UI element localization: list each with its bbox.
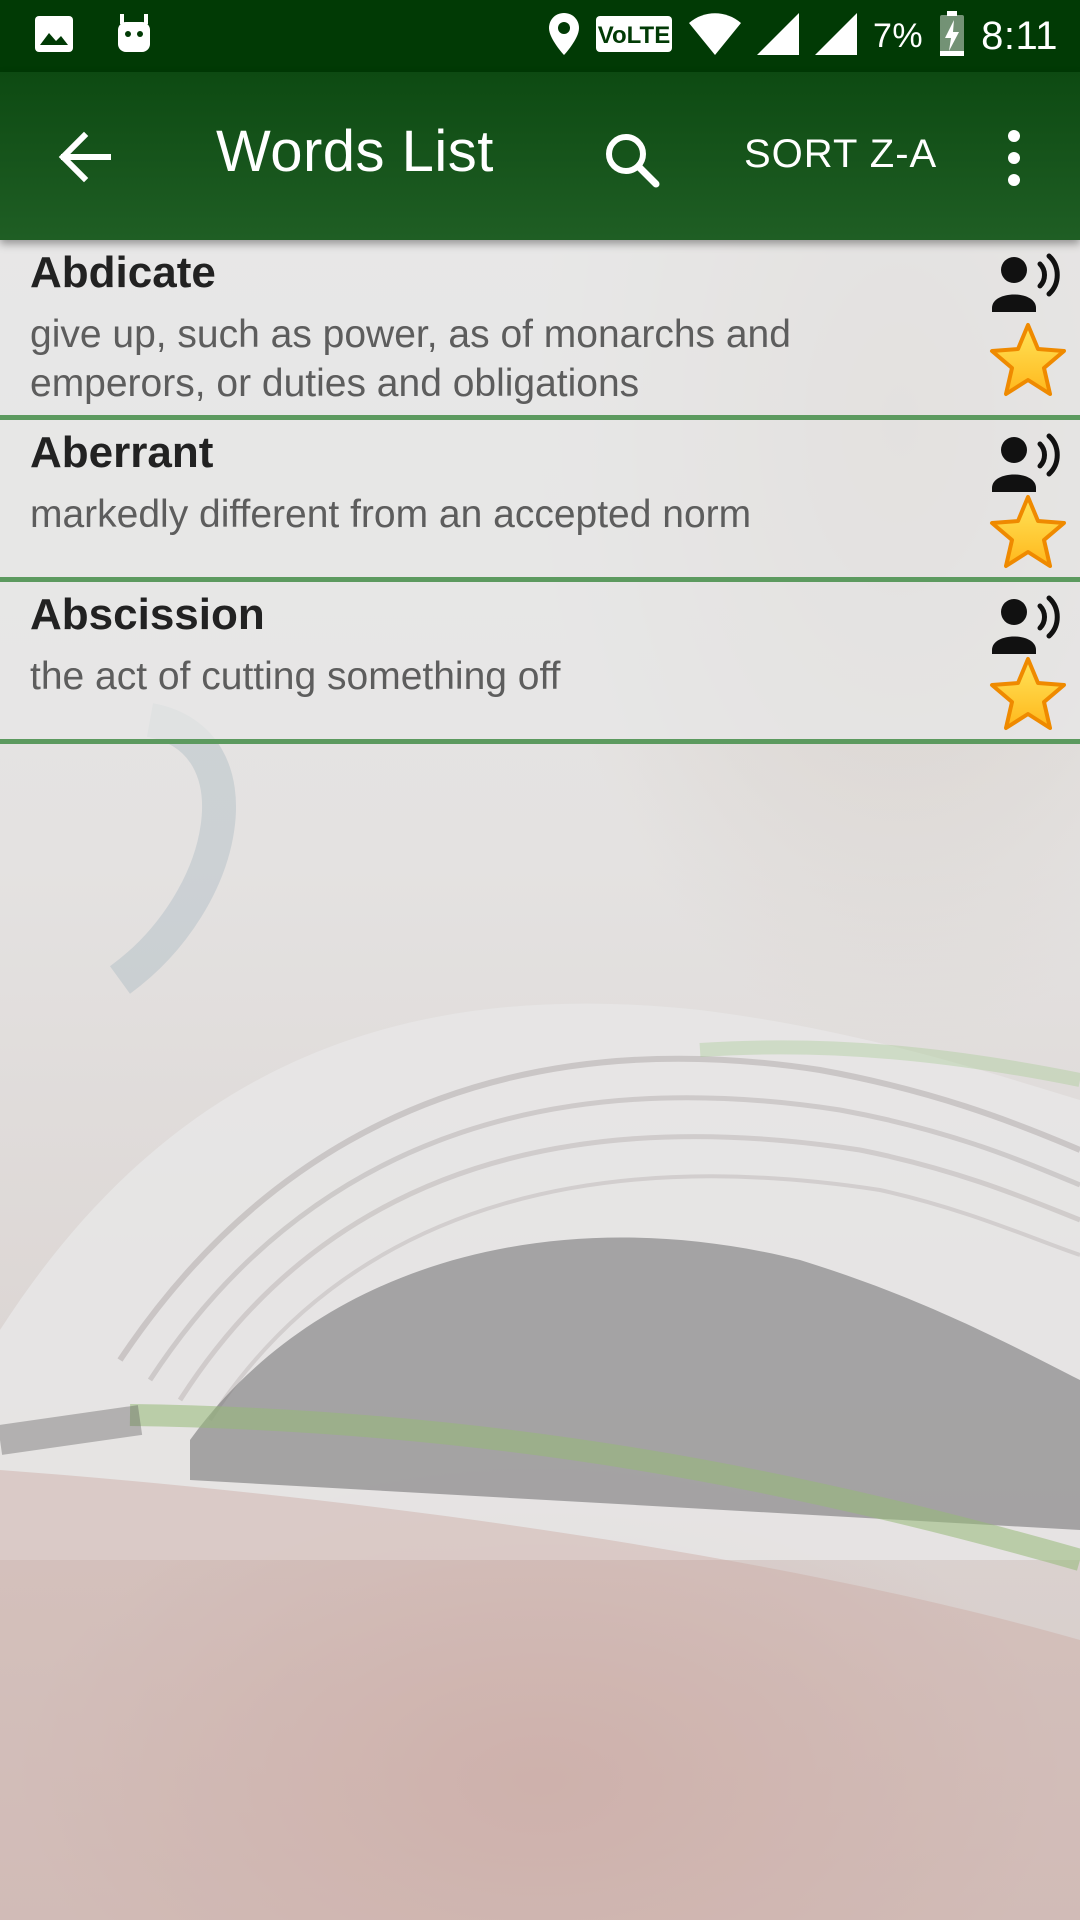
image-icon — [34, 15, 74, 58]
word-meaning: give up, such as power, as of monarchs a… — [30, 313, 791, 405]
pronounce-button[interactable] — [992, 432, 1066, 494]
android-icon — [116, 13, 152, 59]
favorite-button[interactable] — [988, 322, 1068, 398]
word-title: Aberrant — [30, 428, 214, 477]
page-title: Words List — [216, 119, 494, 184]
word-title: Abdicate — [30, 248, 216, 297]
star-icon — [988, 657, 1068, 736]
list-item[interactable]: Abdicate give up, such as power, as of m… — [0, 240, 1080, 420]
more-options-button[interactable] — [994, 124, 1034, 194]
word-list: Abdicate give up, such as power, as of m… — [0, 240, 1080, 744]
signal-icon — [756, 12, 799, 60]
star-icon — [988, 323, 1068, 402]
search-button[interactable] — [598, 126, 668, 196]
more-vert-icon — [994, 130, 1034, 198]
location-icon — [548, 12, 579, 60]
volte-icon: VoLTE — [595, 13, 673, 60]
pronounce-button[interactable] — [992, 594, 1066, 656]
search-icon — [598, 134, 668, 200]
list-item[interactable]: Abscission the act of cutting something … — [0, 582, 1080, 744]
word-title: Abscission — [30, 590, 265, 639]
battery-charging-icon — [939, 10, 965, 62]
back-arrow-icon — [50, 131, 120, 196]
star-icon — [988, 495, 1068, 574]
favorite-button[interactable] — [988, 494, 1068, 570]
wifi-icon — [688, 12, 741, 60]
clock: 8:11 — [981, 13, 1058, 58]
word-meaning: the act of cutting something off — [30, 655, 561, 698]
app-bar: Words List SORT Z-A — [0, 72, 1080, 240]
favorite-button[interactable] — [988, 656, 1068, 732]
sort-button[interactable]: SORT Z-A — [744, 132, 937, 177]
svg-text:VoLTE: VoLTE — [598, 22, 670, 49]
signal-icon — [814, 12, 857, 60]
word-meaning: markedly different from an accepted norm — [30, 493, 752, 536]
status-bar: VoLTE 7% 8:11 — [0, 0, 1080, 72]
speaker-person-icon — [992, 253, 1066, 318]
list-item[interactable]: Aberrant markedly different from an acce… — [0, 420, 1080, 582]
back-button[interactable] — [50, 122, 120, 192]
pronounce-button[interactable] — [992, 252, 1066, 314]
battery-percent: 7% — [872, 16, 924, 55]
